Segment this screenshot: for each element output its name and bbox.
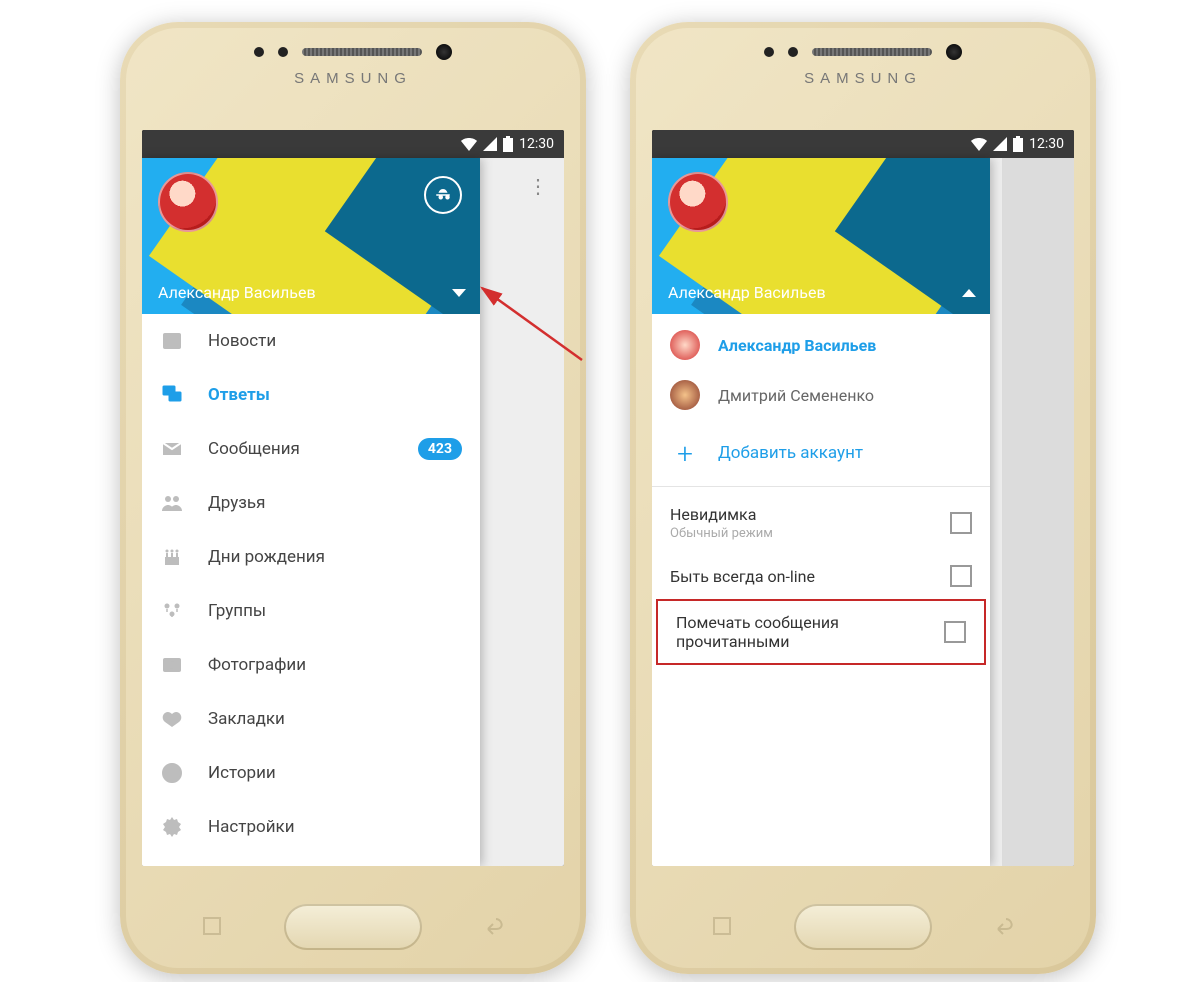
- chevron-down-icon[interactable]: [452, 289, 466, 297]
- status-time: 12:30: [519, 136, 554, 152]
- menu-item-messages[interactable]: Сообщения 423: [142, 422, 480, 476]
- badge: 423: [418, 438, 462, 460]
- battery-icon: [503, 136, 513, 152]
- account-name: Дмитрий Семененко: [718, 386, 874, 405]
- menu-item-photos[interactable]: Фотографии: [142, 638, 480, 692]
- menu-item-groups[interactable]: Группы: [142, 584, 480, 638]
- avatar[interactable]: [158, 172, 218, 232]
- menu-item-label: Группы: [208, 601, 266, 621]
- checkbox[interactable]: [950, 512, 972, 534]
- signal-icon: [483, 137, 497, 151]
- account-row[interactable]: Александр Васильев: [652, 320, 990, 370]
- accounts-list: Александр Васильев Дмитрий Семененко: [652, 314, 990, 426]
- soft-recent-button[interactable]: [710, 914, 734, 938]
- drawer-username: Александр Васильев: [158, 283, 316, 302]
- navigation-drawer: Александр Васильев Александр Васильев Дми…: [652, 158, 990, 866]
- phone-top-hardware: SAMSUNG: [733, 44, 993, 87]
- phone-left: SAMSUNG 12:30 ⋮ Александр Васильев: [120, 22, 586, 974]
- menu-item-news[interactable]: Новости: [142, 314, 480, 368]
- menu-item-label: Новости: [208, 331, 276, 351]
- option-row[interactable]: Помечать сообщения прочитанными: [656, 599, 986, 665]
- account-row[interactable]: Дмитрий Семененко: [652, 370, 990, 420]
- add-account-button[interactable]: + Добавить аккаунт: [652, 426, 990, 480]
- checkbox[interactable]: [944, 621, 966, 643]
- bookmarks-icon: [160, 707, 184, 731]
- wifi-icon: [461, 137, 477, 151]
- drawer-header[interactable]: Александр Васильев: [652, 158, 990, 314]
- photos-icon: [160, 653, 184, 677]
- screen-left: 12:30 ⋮ Александр Васильев Новости Ответы…: [142, 130, 564, 866]
- stories-icon: [160, 761, 184, 785]
- menu-item-label: Фотографии: [208, 655, 306, 675]
- soft-back-button[interactable]: [992, 914, 1016, 938]
- add-account-label: Добавить аккаунт: [718, 443, 863, 463]
- menu-item-label: Сообщения: [208, 439, 300, 459]
- menu-item-replies[interactable]: Ответы: [142, 368, 480, 422]
- menu-item-label: Закладки: [208, 709, 285, 729]
- friends-icon: [160, 491, 184, 515]
- menu-item-label: Настройки: [208, 817, 295, 837]
- option-row[interactable]: Быть всегда on-line: [652, 553, 990, 599]
- menu-list: Новости Ответы Сообщения 423 Друзья Дни рожде…: [142, 314, 480, 866]
- menu-item-birthdays[interactable]: Дни рождения: [142, 530, 480, 584]
- phone-right: SAMSUNG 12:30 Александр Васильев Алексан…: [630, 22, 1096, 974]
- groups-icon: [160, 599, 184, 623]
- checkbox[interactable]: [950, 565, 972, 587]
- screen-right: 12:30 Александр Васильев Александр Васил…: [652, 130, 1074, 866]
- settings-icon: [160, 815, 184, 839]
- chevron-up-icon[interactable]: [962, 289, 976, 297]
- menu-item-stories[interactable]: Истории: [142, 746, 480, 800]
- menu-item-label: Друзья: [208, 493, 265, 513]
- menu-item-friends[interactable]: Друзья: [142, 476, 480, 530]
- soft-back-button[interactable]: [482, 914, 506, 938]
- account-avatar: [670, 330, 700, 360]
- more-dots-icon[interactable]: ⋮: [526, 174, 550, 198]
- option-text: Помечать сообщения прочитанными: [676, 613, 932, 651]
- option-row[interactable]: НевидимкаОбычный режим: [652, 493, 990, 553]
- battery-icon: [1013, 136, 1023, 152]
- options-list: НевидимкаОбычный режим Быть всегда on-lin…: [652, 493, 990, 665]
- soft-recent-button[interactable]: [200, 914, 224, 938]
- drawer-username: Александр Васильев: [668, 283, 826, 302]
- signal-icon: [993, 137, 1007, 151]
- account-name: Александр Васильев: [718, 336, 876, 355]
- phone-top-hardware: SAMSUNG: [223, 44, 483, 87]
- divider: [652, 486, 990, 487]
- news-icon: [160, 329, 184, 353]
- home-button[interactable]: [794, 904, 932, 950]
- menu-item-label: Истории: [208, 763, 276, 783]
- menu-item-label: Дни рождения: [208, 547, 325, 567]
- option-text: НевидимкаОбычный режим: [670, 505, 938, 541]
- invisible-mode-icon[interactable]: [424, 176, 462, 214]
- birthdays-icon: [160, 545, 184, 569]
- menu-item-settings[interactable]: Настройки: [142, 800, 480, 854]
- avatar[interactable]: [668, 172, 728, 232]
- menu-item-bookmarks[interactable]: Закладки: [142, 692, 480, 746]
- brand-label: SAMSUNG: [294, 70, 412, 87]
- home-button[interactable]: [284, 904, 422, 950]
- navigation-drawer: Александр Васильев Новости Ответы Сообщени…: [142, 158, 480, 866]
- status-bar: 12:30: [142, 130, 564, 158]
- wifi-icon: [971, 137, 987, 151]
- messages-icon: [160, 437, 184, 461]
- drawer-header[interactable]: Александр Васильев: [142, 158, 480, 314]
- plus-icon: +: [670, 438, 700, 468]
- status-bar: 12:30: [652, 130, 1074, 158]
- menu-item-label: Ответы: [208, 385, 270, 405]
- option-text: Быть всегда on-line: [670, 567, 938, 586]
- replies-icon: [160, 383, 184, 407]
- status-time: 12:30: [1029, 136, 1064, 152]
- account-avatar: [670, 380, 700, 410]
- brand-label: SAMSUNG: [804, 70, 922, 87]
